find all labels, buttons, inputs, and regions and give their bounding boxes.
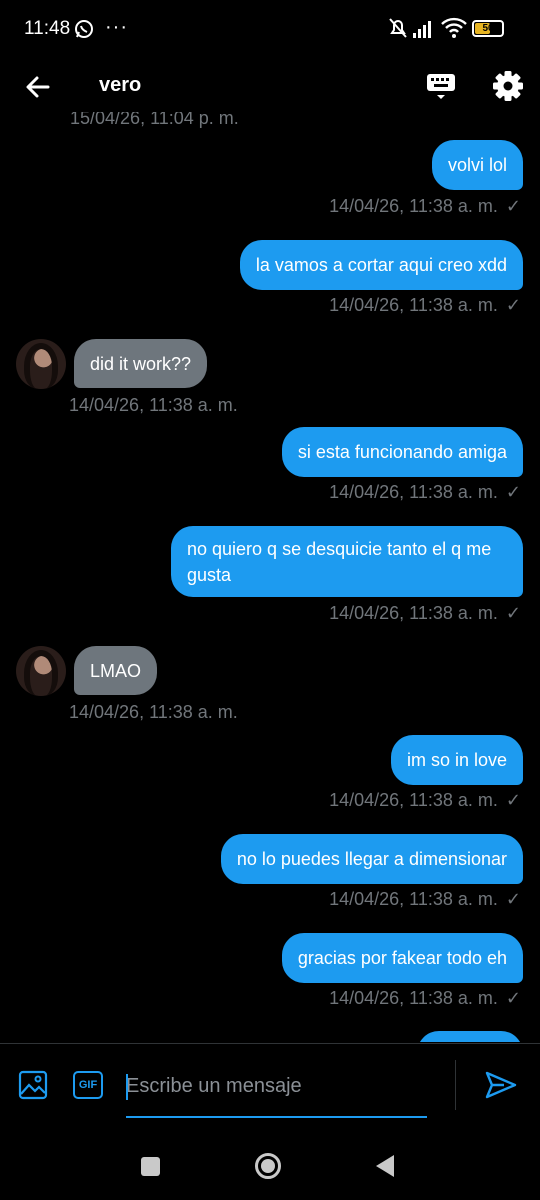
outgoing-message[interactable]: no quiero q se desquicie tanto el q me g… — [171, 526, 523, 597]
message-input[interactable] — [126, 1064, 427, 1108]
message-timestamp: 14/04/26, 11:38 a. m. — [329, 482, 498, 502]
message-meta: 14/04/26, 11:38 a. m. ✓ — [329, 482, 521, 503]
wifi-icon — [441, 17, 467, 38]
nav-back-icon[interactable] — [374, 1153, 396, 1179]
whatsapp-notification-icon — [75, 20, 93, 38]
sent-check-icon: ✓ — [505, 603, 521, 623]
battery-icon: 50 — [472, 20, 504, 37]
outgoing-message[interactable]: im so in love — [390, 735, 523, 785]
status-time: 11:48 — [24, 18, 71, 39]
system-nav-bar — [0, 1123, 540, 1200]
outgoing-message[interactable]: si esta funcionando amiga — [281, 427, 523, 477]
message-meta: 14/04/26, 11:38 a. m. ✓ — [329, 790, 521, 811]
outgoing-message[interactable]: la vamos a cortar aqui creo xdd — [239, 240, 523, 290]
incoming-message[interactable]: did it work?? — [74, 339, 208, 388]
contact-avatar[interactable] — [16, 646, 66, 696]
sent-check-icon: ✓ — [505, 889, 521, 909]
message-meta: 14/04/26, 11:38 a. m. ✓ — [329, 988, 521, 1009]
contact-avatar[interactable] — [16, 339, 66, 389]
message-composer: GIF — [0, 1043, 540, 1124]
message-timestamp: 14/04/26, 11:38 a. m. — [329, 295, 498, 315]
message-meta: 14/04/26, 11:38 a. m. ✓ — [329, 295, 521, 316]
message-timestamp: 15/04/26, 11:04 p. m. — [70, 112, 239, 128]
signal-icon — [413, 21, 431, 38]
message-timestamp: 14/04/26, 11:38 a. m. — [329, 889, 498, 909]
battery-level: 50 — [482, 23, 494, 34]
status-bar: 11:48 ··· 50 — [0, 0, 540, 60]
home-icon[interactable] — [254, 1152, 282, 1180]
text-cursor — [126, 1074, 128, 1100]
outgoing-message[interactable]: no lo puedes llegar a dimensionar — [220, 834, 523, 884]
message-timestamp: 14/04/26, 11:38 a. m. — [329, 196, 498, 216]
message-input-wrapper — [126, 1064, 427, 1118]
message-timestamp: 14/04/26, 11:38 a. m. — [69, 702, 238, 722]
message-timestamp: 14/04/26, 11:38 a. m. — [69, 395, 238, 415]
message-timestamp: 14/04/26, 11:38 a. m. — [329, 988, 498, 1008]
mute-bell-icon — [389, 18, 407, 38]
composer-divider — [455, 1060, 456, 1110]
outgoing-message[interactable]: volvi lol — [431, 140, 523, 190]
conversation-title: vero — [99, 74, 142, 96]
sent-check-icon: ✓ — [505, 196, 521, 216]
sent-check-icon: ✓ — [505, 790, 521, 810]
sent-check-icon: ✓ — [505, 988, 521, 1008]
message-timestamp: 14/04/26, 11:38 a. m. — [329, 790, 498, 810]
incoming-message[interactable]: LMAO — [74, 646, 158, 695]
outgoing-message[interactable] — [417, 1031, 523, 1042]
gif-button[interactable]: GIF — [73, 1071, 103, 1099]
recent-apps-icon[interactable] — [141, 1157, 160, 1176]
settings-gear-icon[interactable] — [491, 69, 525, 103]
message-list[interactable]: 15/04/26, 11:04 p. m. volvi lol 14/04/26… — [0, 112, 540, 1042]
outgoing-message[interactable]: gracias por fakear todo eh — [281, 933, 523, 983]
message-timestamp: 14/04/26, 11:38 a. m. — [329, 603, 498, 623]
sent-check-icon: ✓ — [505, 295, 521, 315]
more-notifications-icon: ··· — [105, 16, 128, 38]
image-attach-icon[interactable] — [18, 1070, 48, 1100]
message-meta: 14/04/26, 11:38 a. m. ✓ — [329, 889, 521, 910]
keyboard-icon[interactable] — [425, 69, 457, 101]
back-arrow-icon[interactable] — [22, 70, 56, 104]
chat-header: vero — [0, 60, 540, 112]
message-meta: 14/04/26, 11:38 a. m. ✓ — [329, 196, 521, 217]
sent-check-icon: ✓ — [505, 482, 521, 502]
send-icon[interactable] — [484, 1069, 518, 1101]
message-meta: 14/04/26, 11:38 a. m. ✓ — [329, 603, 521, 624]
